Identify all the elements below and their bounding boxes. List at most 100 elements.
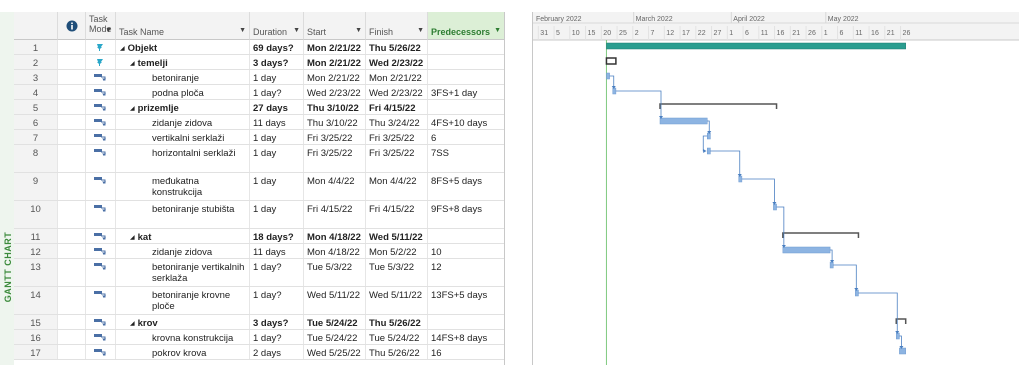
finish-cell[interactable]: Wed 5/11/22 bbox=[366, 287, 428, 314]
indicator-cell[interactable] bbox=[58, 259, 86, 286]
task-row[interactable]: 1 ◢ Objekt 69 days? Mon 2/21/22 Thu 5/26/22 bbox=[14, 40, 504, 55]
gantt-chart[interactable]: February 2022 March 2022 April 2022 May 202… bbox=[532, 12, 1019, 365]
predecessors-cell[interactable] bbox=[428, 100, 504, 114]
dependency-link[interactable] bbox=[710, 150, 741, 175]
predecessors-cell[interactable]: 13FS+5 days bbox=[428, 287, 504, 314]
task-row[interactable]: 13 betoniranje vertikalnih serklaža 1 day?… bbox=[14, 259, 504, 287]
indicator-cell[interactable] bbox=[58, 85, 86, 99]
indicator-cell[interactable] bbox=[58, 330, 86, 344]
task-mode-cell[interactable] bbox=[86, 244, 116, 258]
indicator-cell[interactable] bbox=[58, 287, 86, 314]
summary-bar[interactable] bbox=[895, 318, 907, 324]
task-bar[interactable] bbox=[773, 203, 777, 211]
task-bar[interactable] bbox=[738, 175, 743, 183]
predecessors-cell[interactable] bbox=[428, 70, 504, 84]
dependency-link[interactable] bbox=[776, 206, 785, 246]
task-name-cell[interactable]: zidanje zidova bbox=[116, 115, 250, 129]
dependency-link[interactable] bbox=[899, 335, 902, 347]
task-row[interactable]: 5 ◢ prizemlje 27 days Thu 3/10/22 Fri 4/15/22 bbox=[14, 100, 504, 115]
task-name-cell[interactable]: krovna konstrukcija bbox=[116, 330, 250, 344]
chevron-down-icon[interactable]: ▼ bbox=[417, 27, 424, 34]
duration-cell[interactable]: 1 day? bbox=[250, 287, 304, 314]
duration-cell[interactable]: 1 day bbox=[250, 201, 304, 228]
dependency-link[interactable] bbox=[615, 90, 662, 117]
task-bar[interactable] bbox=[659, 117, 708, 125]
task-bar[interactable] bbox=[855, 289, 859, 297]
task-row[interactable]: 3 betoniranje 1 day Mon 2/21/22 Mon 2/21/22 bbox=[14, 70, 504, 85]
finish-cell[interactable]: Thu 5/26/22 bbox=[366, 345, 428, 359]
task-name-cell[interactable]: zidanje zidova bbox=[116, 244, 250, 258]
start-cell[interactable]: Wed 5/11/22 bbox=[304, 287, 366, 314]
task-mode-header[interactable]: Task Mode ▼ bbox=[86, 12, 116, 40]
task-id-cell[interactable]: 12 bbox=[14, 244, 58, 258]
task-id-cell[interactable]: 6 bbox=[14, 115, 58, 129]
chevron-down-icon[interactable]: ▼ bbox=[293, 27, 300, 34]
duration-header[interactable]: Duration ▼ bbox=[250, 12, 304, 40]
view-label-bar[interactable]: GANTT CHART bbox=[0, 12, 14, 365]
task-bar[interactable] bbox=[896, 332, 900, 340]
finish-cell[interactable]: Thu 3/24/22 bbox=[366, 115, 428, 129]
indicator-cell[interactable] bbox=[58, 70, 86, 84]
indicator-cell[interactable] bbox=[58, 100, 86, 114]
predecessors-cell[interactable]: 9FS+8 days bbox=[428, 201, 504, 228]
predecessors-cell[interactable]: 14FS+8 days bbox=[428, 330, 504, 344]
task-row[interactable]: 6 zidanje zidova 11 days Thu 3/10/22 Thu 3/2… bbox=[14, 115, 504, 130]
finish-cell[interactable]: Thu 5/26/22 bbox=[366, 315, 428, 329]
collapse-triangle-icon[interactable]: ◢ bbox=[120, 46, 125, 52]
chevron-down-icon[interactable]: ▼ bbox=[105, 27, 112, 34]
start-cell[interactable]: Tue 5/24/22 bbox=[304, 330, 366, 344]
task-mode-cell[interactable] bbox=[86, 229, 116, 243]
duration-cell[interactable]: 1 day bbox=[250, 173, 304, 200]
task-id-cell[interactable]: 9 bbox=[14, 173, 58, 200]
project-summary-bar[interactable] bbox=[606, 42, 906, 50]
task-id-cell[interactable]: 16 bbox=[14, 330, 58, 344]
start-cell[interactable]: Tue 5/24/22 bbox=[304, 315, 366, 329]
start-cell[interactable]: Mon 2/21/22 bbox=[304, 55, 366, 69]
finish-cell[interactable]: Fri 4/15/22 bbox=[366, 100, 428, 114]
finish-cell[interactable]: Wed 2/23/22 bbox=[366, 55, 428, 69]
task-row[interactable]: 4 podna ploča 1 day? Wed 2/23/22 Wed 2/23/22… bbox=[14, 85, 504, 100]
predecessors-cell[interactable] bbox=[428, 55, 504, 69]
task-name-cell[interactable]: podna ploča bbox=[116, 85, 250, 99]
indicator-cell[interactable] bbox=[58, 244, 86, 258]
task-bar[interactable] bbox=[829, 261, 834, 269]
indicator-cell[interactable] bbox=[58, 40, 86, 54]
predecessors-cell[interactable] bbox=[428, 40, 504, 54]
dependency-link[interactable] bbox=[741, 178, 775, 203]
indicator-cell[interactable] bbox=[58, 55, 86, 69]
task-mode-cell[interactable] bbox=[86, 145, 116, 172]
task-name-cell[interactable]: betoniranje krovne ploče bbox=[116, 287, 250, 314]
indicator-cell[interactable] bbox=[58, 229, 86, 243]
start-cell[interactable]: Mon 4/18/22 bbox=[304, 229, 366, 243]
duration-cell[interactable]: 1 day bbox=[250, 70, 304, 84]
indicator-cell[interactable] bbox=[58, 115, 86, 129]
task-id-cell[interactable]: 15 bbox=[14, 315, 58, 329]
finish-cell[interactable]: Mon 2/21/22 bbox=[366, 70, 428, 84]
task-name-cell[interactable]: betoniranje bbox=[116, 70, 250, 84]
finish-cell[interactable]: Thu 5/26/22 bbox=[366, 40, 428, 54]
predecessors-cell[interactable]: 7SS bbox=[428, 145, 504, 172]
task-mode-cell[interactable] bbox=[86, 100, 116, 114]
task-mode-cell[interactable] bbox=[86, 40, 116, 54]
predecessors-cell[interactable]: 3FS+1 day bbox=[428, 85, 504, 99]
duration-cell[interactable]: 3 days? bbox=[250, 315, 304, 329]
finish-cell[interactable]: Fri 3/25/22 bbox=[366, 130, 428, 144]
task-mode-cell[interactable] bbox=[86, 259, 116, 286]
predecessors-cell[interactable]: 10 bbox=[428, 244, 504, 258]
select-all-corner[interactable] bbox=[14, 12, 58, 40]
indicator-cell[interactable] bbox=[58, 145, 86, 172]
task-bar[interactable] bbox=[707, 132, 711, 140]
predecessors-cell[interactable]: 12 bbox=[428, 259, 504, 286]
task-name-cell[interactable]: betoniranje vertikalnih serklaža bbox=[116, 259, 250, 286]
predecessors-header[interactable]: Predecessors ▼ bbox=[428, 12, 504, 40]
task-mode-cell[interactable] bbox=[86, 201, 116, 228]
task-name-cell[interactable]: ◢ prizemlje bbox=[116, 100, 250, 114]
start-cell[interactable]: Tue 5/3/22 bbox=[304, 259, 366, 286]
task-name-cell[interactable]: pokrov krova bbox=[116, 345, 250, 359]
task-bar[interactable] bbox=[606, 72, 610, 80]
indicator-cell[interactable] bbox=[58, 201, 86, 228]
duration-cell[interactable]: 3 days? bbox=[250, 55, 304, 69]
duration-cell[interactable]: 11 days bbox=[250, 244, 304, 258]
task-row[interactable]: 11 ◢ kat 18 days? Mon 4/18/22 Wed 5/11/22 bbox=[14, 229, 504, 244]
task-id-cell[interactable]: 11 bbox=[14, 229, 58, 243]
